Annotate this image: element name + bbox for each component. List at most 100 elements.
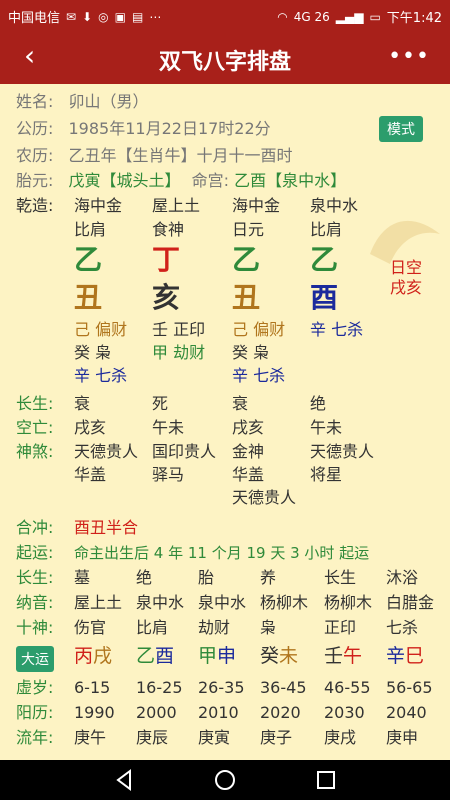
tiangan-day: 乙 (232, 243, 261, 276)
xusui-label: 虚岁: (16, 678, 54, 697)
changsheng-hour: 绝 (310, 394, 327, 413)
yangli-5: 2030 (324, 703, 365, 722)
kongwang-day: 戌亥 (232, 418, 265, 437)
yangli-4: 2020 (260, 703, 301, 722)
app-icon-2: ▣ (114, 9, 126, 24)
more-options-icon[interactable]: ••• (388, 44, 430, 69)
more-notifications-icon: ⋯ (149, 9, 162, 24)
minggong-value: 乙酉【泉中水】 (234, 171, 347, 190)
nayin-month: 屋上土 (152, 196, 201, 215)
qiyun-value: 命主出生后 4 年 11 个月 19 天 3 小时 起运 (74, 544, 370, 562)
dayun-pillar-3[interactable]: 甲申 (198, 646, 236, 666)
liunian-1[interactable]: 庚午 (74, 728, 106, 748)
wifi-icon: ◠ (277, 9, 288, 24)
nav-home-icon[interactable] (213, 768, 237, 792)
qianzao-label: 乾造: (16, 196, 54, 215)
dayun-pillar-2[interactable]: 乙酉 (136, 646, 174, 666)
shensha-day-2: 华盖 (232, 465, 265, 484)
canggan-day-1: 己 偏财 (232, 320, 286, 339)
dayun-pillar-4[interactable]: 癸未 (260, 646, 298, 666)
dayun-gan-5: 壬 (324, 645, 344, 667)
dayun-nayin-6: 白腊金 (386, 593, 435, 612)
shensha-month-2: 驿马 (152, 465, 185, 484)
dayun-nayin-label: 纳音: (16, 593, 54, 612)
canggan-year-3: 辛 七杀 (74, 366, 128, 385)
taiyuan-label: 胎元: (16, 171, 54, 190)
liunian-label: 流年: (16, 728, 54, 747)
dayun-zhi-3: 申 (217, 645, 237, 667)
dayun-zhi-1: 戌 (93, 645, 113, 667)
dayun-changsheng-2: 绝 (136, 568, 153, 587)
liunian-6[interactable]: 庚申 (386, 728, 418, 748)
dayun-zhi-6: 巳 (405, 645, 425, 667)
nongli-value: 乙丑年【生肖牛】十月十一酉时 (68, 146, 293, 165)
changsheng-day: 衰 (232, 394, 249, 413)
dayun-nayin-3: 泉中水 (198, 593, 247, 612)
dayun-changsheng-1: 墓 (74, 568, 91, 587)
hechong-label: 合冲: (16, 518, 54, 537)
canggan-month-2: 甲 劫财 (152, 343, 206, 362)
canggan-hour-1: 辛 七杀 (310, 320, 364, 339)
canggan-year-1: 己 偏财 (74, 320, 128, 339)
notification-icon: ✉ (66, 9, 77, 24)
yangli-6: 2040 (386, 703, 427, 722)
shensha-day-1: 金神 (232, 442, 265, 461)
gongli-row: 公历: 1985年11月22日17时22分 (16, 119, 271, 139)
changsheng-month: 死 (152, 394, 169, 413)
dayun-shishen-label: 十神: (16, 618, 54, 637)
shishen-year: 比肩 (74, 220, 107, 239)
dayun-shishen-4: 枭 (260, 618, 277, 637)
shishen-month: 食神 (152, 220, 185, 239)
nav-back-icon[interactable] (112, 768, 136, 792)
xusui-5: 46-55 (324, 678, 371, 697)
dayun-changsheng-3: 胎 (198, 568, 215, 587)
mode-button[interactable]: 模式 (379, 116, 423, 142)
app-icon-3: ▤ (131, 9, 144, 24)
shensha-month-1: 国印贵人 (152, 442, 217, 461)
liunian-4[interactable]: 庚子 (260, 728, 292, 748)
tiangan-year: 乙 (74, 243, 103, 276)
kongwang-hour: 午未 (310, 418, 343, 437)
changsheng-label: 长生: (16, 394, 54, 413)
xusui-2: 16-25 (136, 678, 183, 697)
shensha-hour-2: 将星 (310, 465, 343, 484)
dizhi-year: 丑 (74, 281, 103, 314)
status-bar: 中国电信 ✉ ⬇ ◎ ▣ ▤ ⋯ ◠ 4G 26 ▂▄▆ ▭ 下午1:42 (0, 0, 450, 32)
kongwang-label: 空亡: (16, 418, 54, 437)
tiangan-hour: 乙 (310, 243, 339, 276)
dayun-nayin-1: 屋上土 (74, 593, 123, 612)
signal-label: 4G 26 (293, 9, 330, 24)
minggong-label: 命宫: (191, 171, 230, 190)
canggan-day-2: 癸 枭 (232, 343, 270, 362)
carrier-name: 中国电信 (8, 11, 61, 26)
dayun-button[interactable]: 大运 (16, 646, 54, 672)
liunian-2[interactable]: 庚辰 (136, 728, 168, 748)
changsheng-year: 衰 (74, 394, 91, 413)
rikong-label: 日空 (390, 258, 423, 277)
dayun-pillar-6[interactable]: 辛巳 (386, 646, 424, 666)
nayin-year: 海中金 (74, 196, 123, 215)
nayin-day: 海中金 (232, 196, 281, 215)
dayun-zhi-5: 午 (343, 645, 363, 667)
taiyuan-value: 戊寅【城头土】 (68, 171, 181, 190)
name-row: 姓名: 卯山（男） (16, 92, 149, 112)
dayun-shishen-3: 劫财 (198, 618, 231, 637)
yangli-1: 1990 (74, 703, 115, 722)
nav-recents-icon[interactable] (314, 768, 338, 792)
dayun-shishen-6: 七杀 (386, 618, 419, 637)
kongwang-year: 戌亥 (74, 418, 107, 437)
name-label: 姓名: (16, 92, 54, 111)
dayun-pillar-1[interactable]: 丙戌 (74, 646, 112, 666)
dayun-shishen-1: 伤官 (74, 618, 107, 637)
liunian-5[interactable]: 庚戌 (324, 728, 356, 748)
shensha-year-2: 华盖 (74, 465, 107, 484)
dayun-pillar-5[interactable]: 壬午 (324, 646, 362, 666)
nongli-label: 农历: (16, 146, 54, 165)
kongwang-month: 午未 (152, 418, 185, 437)
xusui-3: 26-35 (198, 678, 245, 697)
shensha-year-1: 天德贵人 (74, 442, 139, 461)
dizhi-month: 亥 (152, 281, 181, 314)
download-icon: ⬇ (82, 9, 93, 24)
liunian-3[interactable]: 庚寅 (198, 728, 230, 748)
battery-icon: ▭ (369, 9, 381, 24)
